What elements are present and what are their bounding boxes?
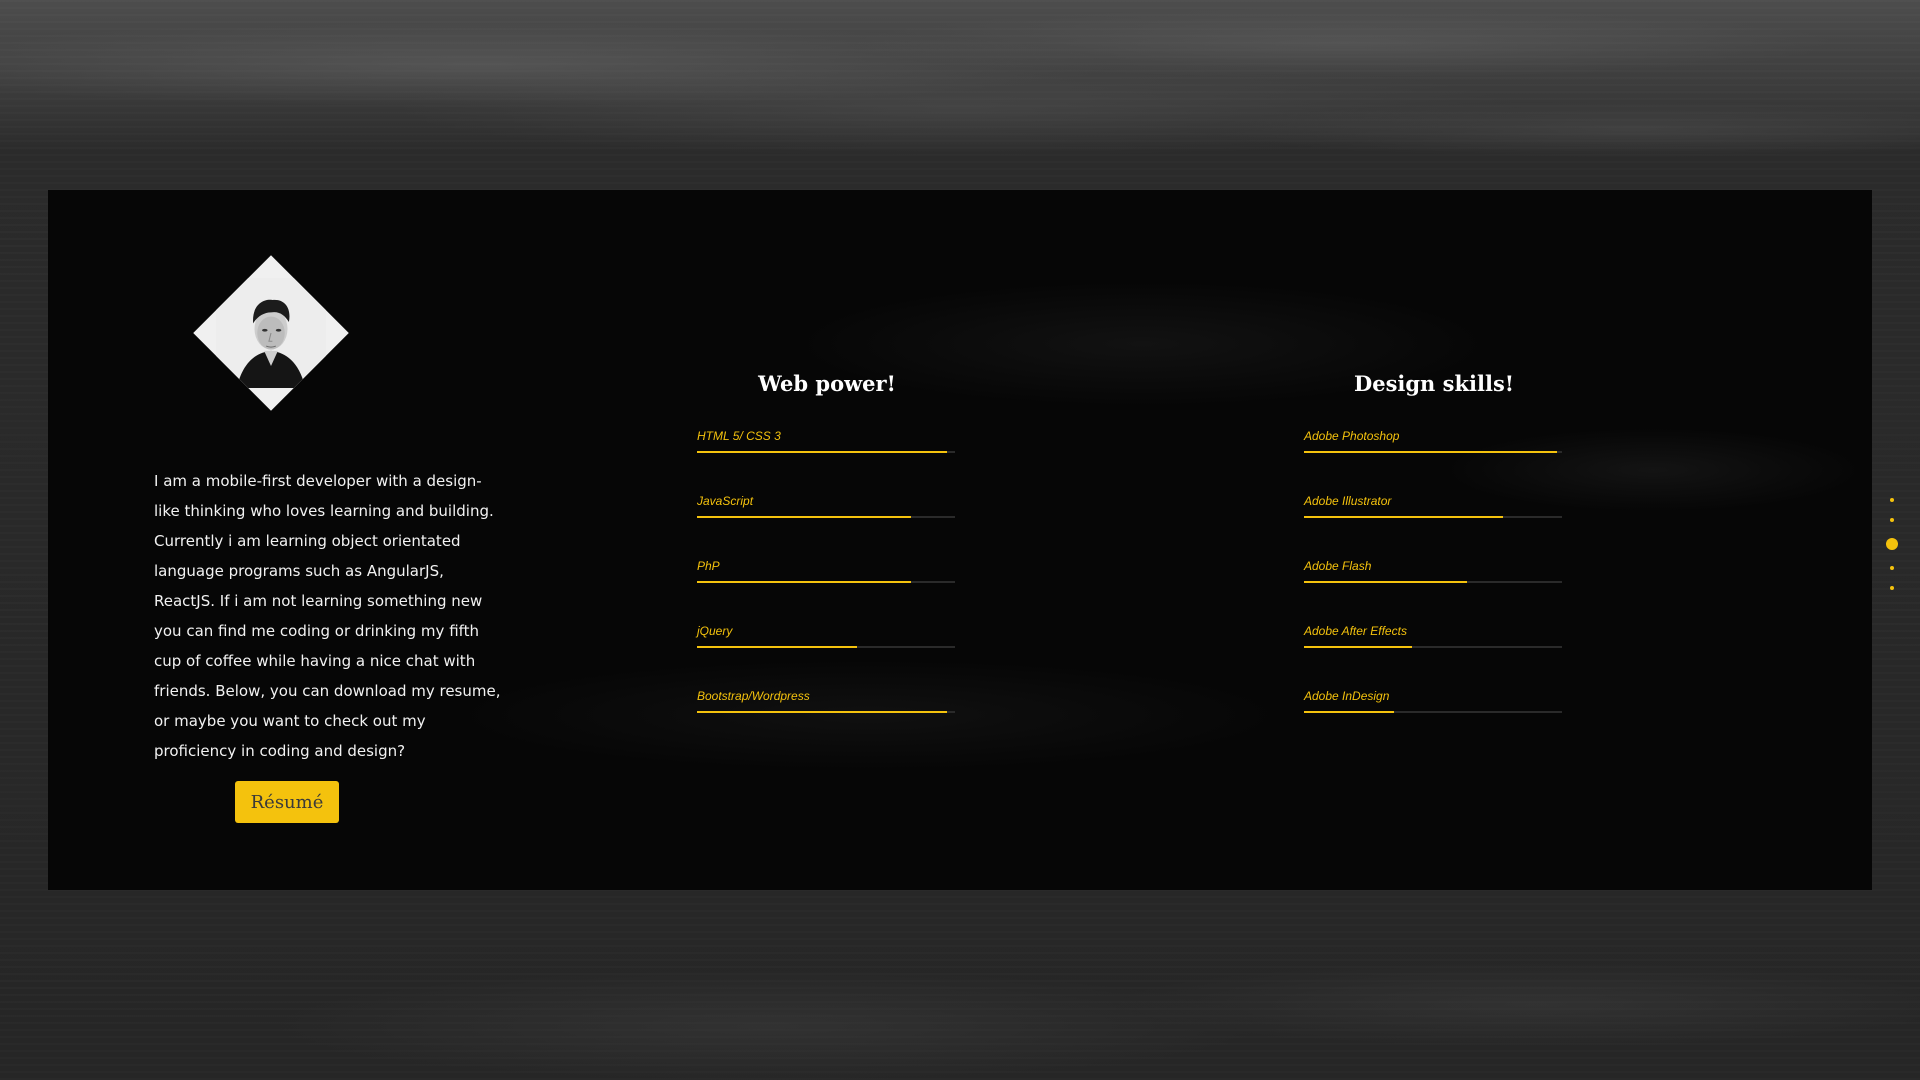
skill-bar-fill <box>1304 711 1395 713</box>
skill-bar-fill <box>697 516 912 518</box>
skill-bar <box>1304 451 1562 453</box>
skill-bar-fill <box>697 711 948 713</box>
skill-item: jQuery <box>697 623 957 688</box>
skill-item: HTML 5/ CSS 3 <box>697 428 957 493</box>
skill-label: PhP <box>697 559 720 573</box>
about-panel: I am a mobile-first developer with a des… <box>48 190 1872 890</box>
skill-label: Adobe Flash <box>1304 559 1372 573</box>
skill-item: Adobe InDesign <box>1304 688 1564 753</box>
web-skills-title: Web power! <box>758 371 896 396</box>
bio-text: I am a mobile-first developer with a des… <box>154 472 501 760</box>
skill-bar <box>1304 646 1562 648</box>
resume-button[interactable]: Résumé <box>235 781 339 823</box>
skill-bar <box>697 451 955 453</box>
nav-dot-1[interactable] <box>1890 498 1894 502</box>
skill-bar <box>1304 711 1562 713</box>
design-skills-title: Design skills! <box>1354 371 1514 396</box>
skill-bar-fill <box>1304 581 1467 583</box>
nav-dot-2[interactable] <box>1890 518 1894 522</box>
skill-item: JavaScript <box>697 493 957 558</box>
skill-label: jQuery <box>697 624 733 638</box>
nav-dot-5[interactable] <box>1890 586 1894 590</box>
skill-bar <box>697 646 955 648</box>
section-nav-dots <box>1885 498 1899 606</box>
skill-bar-fill <box>1304 516 1503 518</box>
skill-bar-fill <box>1304 451 1557 453</box>
skill-label: Adobe After Effects <box>1304 624 1407 638</box>
skill-bar-fill <box>697 451 948 453</box>
skill-label: HTML 5/ CSS 3 <box>697 429 781 443</box>
skill-bar-fill <box>1304 646 1413 648</box>
skill-label: Adobe InDesign <box>1304 689 1390 703</box>
skill-label: Adobe Photoshop <box>1304 429 1400 443</box>
nav-dot-3[interactable] <box>1886 538 1898 550</box>
skill-bar-fill <box>697 646 857 648</box>
avatar <box>193 255 349 411</box>
skill-item: Adobe Photoshop <box>1304 428 1564 493</box>
nav-dot-4[interactable] <box>1890 566 1894 570</box>
skill-label: JavaScript <box>697 494 754 508</box>
skill-bar <box>697 516 955 518</box>
skill-bar <box>1304 581 1562 583</box>
design-skills-column: Design skills! Adobe Photoshop Adobe Ill… <box>1304 370 1564 753</box>
skill-item: Adobe Flash <box>1304 558 1564 623</box>
skill-item: PhP <box>697 558 957 623</box>
skill-item: Bootstrap/Wordpress <box>697 688 957 753</box>
skill-bar <box>697 711 955 713</box>
web-skills-column: Web power! HTML 5/ CSS 3 JavaScript PhP … <box>697 370 957 753</box>
skill-bar-fill <box>697 581 912 583</box>
portrait-image <box>216 278 326 388</box>
skill-item: Adobe Illustrator <box>1304 493 1564 558</box>
skill-label: Bootstrap/Wordpress <box>697 689 810 703</box>
skill-item: Adobe After Effects <box>1304 623 1564 688</box>
skill-label: Adobe Illustrator <box>1304 494 1392 508</box>
skill-bar <box>1304 516 1562 518</box>
skill-bar <box>697 581 955 583</box>
